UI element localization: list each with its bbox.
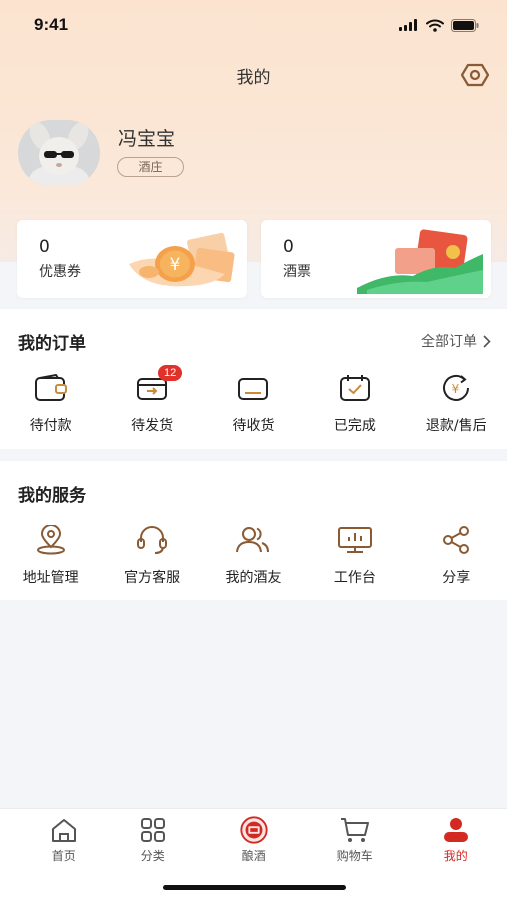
status-icons <box>399 18 479 32</box>
services-section: 我的服务 地址管理 官方客服 我的酒友 工作台 分享 <box>0 461 507 600</box>
service-support[interactable]: 官方客服 <box>101 523 202 587</box>
order-pending-shipment[interactable]: 12 待发货 <box>101 365 202 435</box>
share-icon <box>443 526 470 554</box>
tab-home-label: 首页 <box>51 849 76 863</box>
asset-cards: 0 优惠券 ¥ 0 酒票 <box>0 220 507 300</box>
friends-icon <box>236 527 270 553</box>
wallet-icon <box>34 374 67 401</box>
battery-icon <box>451 18 479 32</box>
shipment-badge: 12 <box>158 365 183 381</box>
service-address-label: 地址管理 <box>22 570 79 586</box>
location-icon <box>36 525 65 555</box>
tab-cart[interactable]: 购物车 <box>304 815 405 864</box>
service-share[interactable]: 分享 <box>406 523 507 587</box>
service-workbench[interactable]: 工作台 <box>304 523 405 587</box>
status-time: 9:41 <box>34 15 69 34</box>
order-pending-receipt[interactable]: 待收货 <box>203 371 304 435</box>
headset-icon <box>137 526 168 554</box>
avatar[interactable] <box>18 120 100 186</box>
tab-brew[interactable]: 酿酒 <box>203 815 304 864</box>
order-completed[interactable]: 已完成 <box>304 371 405 435</box>
orders-title: 我的订单 <box>18 334 86 354</box>
coupon-illustration: ¥ <box>129 232 235 287</box>
settings-icon <box>461 63 489 87</box>
order-pending-payment-label: 待付款 <box>29 418 72 434</box>
category-icon <box>140 818 165 842</box>
order-pending-payment[interactable]: 待付款 <box>0 371 101 435</box>
service-friends-label: 我的酒友 <box>225 570 282 586</box>
user-name: 冯宝宝 <box>118 128 176 150</box>
home-icon <box>51 819 76 842</box>
services-title: 我的服务 <box>18 486 86 506</box>
order-pending-receipt-label: 待收货 <box>232 418 275 434</box>
service-support-label: 官方客服 <box>124 570 181 586</box>
chevron-right-icon <box>483 334 491 348</box>
tab-home[interactable]: 首页 <box>13 815 114 864</box>
service-workbench-label: 工作台 <box>333 570 376 586</box>
tab-brew-label: 酿酒 <box>241 849 266 863</box>
tab-category-label: 分类 <box>140 849 165 863</box>
tab-mine-label: 我的 <box>443 849 468 863</box>
service-address[interactable]: 地址管理 <box>0 523 101 587</box>
user-icon <box>443 818 468 842</box>
completed-icon <box>339 375 370 401</box>
svg-text:¥: ¥ <box>452 382 460 396</box>
all-orders-label: 全部订单 <box>421 334 477 350</box>
coupon-label: 优惠券 <box>39 264 81 280</box>
user-tag: 酒庄 <box>117 157 184 177</box>
cart-icon <box>340 818 369 842</box>
status-bar: 9:41 <box>0 0 507 50</box>
service-share-label: 分享 <box>442 570 471 586</box>
avatar-image <box>18 120 100 186</box>
coupon-card[interactable]: 0 优惠券 ¥ <box>17 220 247 298</box>
service-friends[interactable]: 我的酒友 <box>203 523 304 587</box>
svg-text:¥: ¥ <box>170 255 181 275</box>
wine-ticket-count: 0 <box>283 237 294 257</box>
monitor-icon <box>337 527 372 553</box>
wine-ticket-illustration <box>357 229 483 294</box>
all-orders-link[interactable]: 全部订单 <box>421 331 491 351</box>
page-title: 我的 <box>236 68 271 88</box>
signal-icon <box>399 19 417 31</box>
home-indicator <box>163 885 346 890</box>
wifi-icon <box>426 19 444 32</box>
settings-button[interactable] <box>461 61 489 89</box>
tab-mine[interactable]: 我的 <box>405 815 506 864</box>
order-pending-shipment-label: 待发货 <box>131 418 174 434</box>
order-refund[interactable]: ¥ 退款/售后 <box>406 371 507 435</box>
order-completed-label: 已完成 <box>333 418 376 434</box>
wine-ticket-label: 酒票 <box>283 264 311 280</box>
wine-ticket-card[interactable]: 0 酒票 <box>261 220 491 298</box>
order-status-grid: 待付款 12 待发货 待收货 已完成 ¥ 退款/售后 <box>0 365 507 435</box>
receive-icon <box>238 378 269 400</box>
tab-cart-label: 购物车 <box>336 849 373 863</box>
brew-icon <box>240 816 268 844</box>
coupon-count: 0 <box>39 237 50 257</box>
order-refund-label: 退款/售后 <box>425 418 487 434</box>
refund-icon: ¥ <box>443 374 470 401</box>
tab-category[interactable]: 分类 <box>102 815 203 864</box>
services-grid: 地址管理 官方客服 我的酒友 工作台 分享 <box>0 523 507 587</box>
orders-section: 我的订单 全部订单 待付款 12 待发货 待收货 已完成 ¥ 退款/售后 <box>0 309 507 449</box>
